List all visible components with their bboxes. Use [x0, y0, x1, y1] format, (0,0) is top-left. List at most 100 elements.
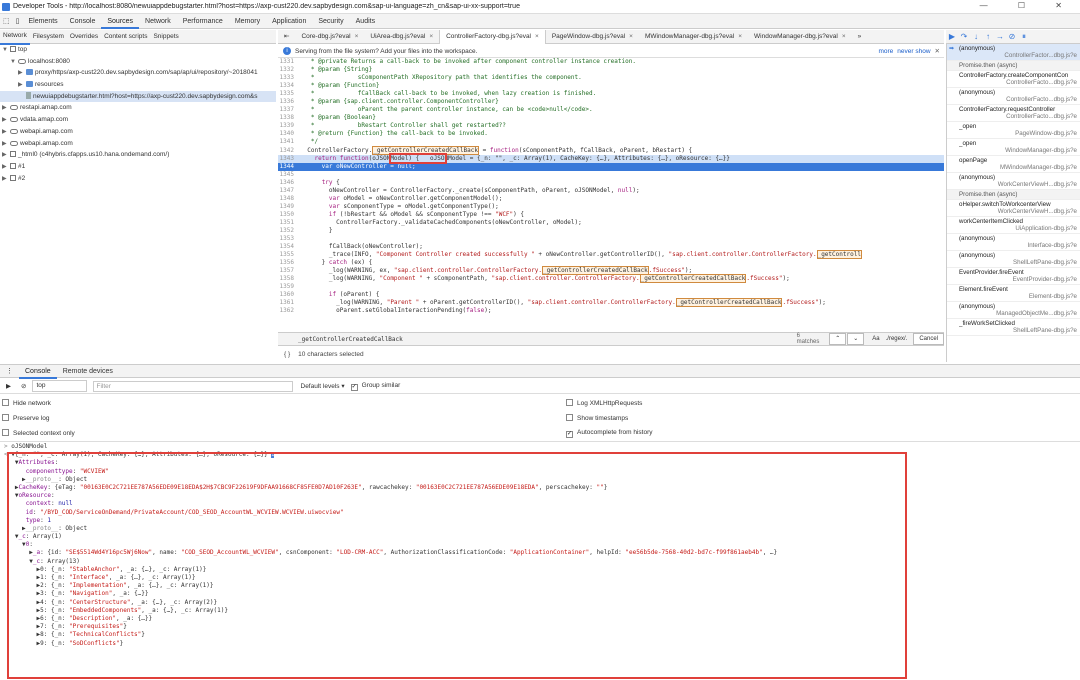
navigator-tab-filesystem[interactable]: Filesystem	[30, 30, 67, 44]
navigator-tab-snippets[interactable]: Snippets	[150, 30, 181, 44]
tree-arrow-icon[interactable]: ▶	[2, 139, 10, 150]
file-tab[interactable]: PageWindow-dbg.js?eval ×	[546, 30, 639, 44]
call-frame[interactable]: openPage MWindowManager-dbg.js?e	[947, 156, 1080, 173]
close-tab-icon[interactable]: ×	[355, 33, 359, 40]
line-number[interactable]: 1355	[278, 251, 300, 259]
device-toggle-icon[interactable]: ▯	[13, 14, 23, 29]
call-frame[interactable]: (anonymous) ShellLeftPane-dbg.js?e	[947, 251, 1080, 268]
line-number[interactable]: 1340	[278, 130, 300, 138]
close-tab-icon[interactable]: ×	[535, 33, 539, 40]
close-tab-icon[interactable]: ×	[738, 33, 742, 40]
call-frame[interactable]: EventProvider.fireEvent EventProvider-dbg…	[947, 268, 1080, 285]
drawer-menu-icon[interactable]: ⋮	[0, 364, 19, 379]
console-sidebar-icon[interactable]: ▶	[6, 382, 11, 390]
line-number[interactable]: 1347	[278, 187, 300, 195]
tab-security[interactable]: Security	[312, 14, 349, 29]
close-tab-icon[interactable]: ×	[842, 33, 846, 40]
line-number[interactable]: 1357	[278, 267, 300, 275]
close-tab-icon[interactable]: ×	[429, 33, 433, 40]
checkbox[interactable]: ✓	[566, 431, 573, 438]
line-number[interactable]: 1353	[278, 235, 300, 243]
line-number[interactable]: 1331	[278, 58, 300, 66]
option-checkbox[interactable]: ✓ Autocomplete from history	[566, 429, 653, 438]
tree-arrow-icon[interactable]: ▶	[2, 103, 10, 114]
group-similar-checkbox[interactable]: ✓ Group similar	[350, 382, 400, 391]
tree-item[interactable]: ▶ proxy/https/axp-cust220.dev.sapbydesign…	[0, 67, 276, 79]
line-number[interactable]: 1342	[278, 147, 300, 155]
navigator-toggle-icon[interactable]: ⇤	[278, 30, 295, 44]
tree-arrow-icon[interactable]: ▶	[2, 174, 10, 185]
line-number[interactable]: 1344	[278, 163, 300, 171]
step-out-icon[interactable]: ↑	[984, 32, 992, 41]
line-number[interactable]: 1338	[278, 114, 300, 122]
line-number[interactable]: 1350	[278, 211, 300, 219]
line-number[interactable]: 1341	[278, 138, 300, 146]
search-next-button[interactable]: ⌄	[847, 333, 865, 345]
call-frame[interactable]: ControllerFactory.createComponentCon Cont…	[947, 71, 1080, 88]
window-controls[interactable]: — ☐ ✕	[980, 1, 1076, 10]
navigator-tab-content-scripts[interactable]: Content scripts	[101, 30, 150, 44]
line-number[interactable]: 1356	[278, 259, 300, 267]
call-frame[interactable]: oHelper.switchToWorkcenterView WorkCenter…	[947, 200, 1080, 217]
line-number[interactable]: 1351	[278, 219, 300, 227]
checkbox[interactable]	[566, 414, 573, 421]
tab-console[interactable]: Console	[64, 14, 102, 29]
line-number[interactable]: 1337	[278, 106, 300, 114]
tab-performance[interactable]: Performance	[177, 14, 229, 29]
infobar-more-link[interactable]: more	[878, 48, 893, 55]
call-frame[interactable]: _open PageWindow-dbg.js?e	[947, 122, 1080, 139]
code-editor[interactable]: 1331 * @private Returns a call-back to b…	[278, 58, 944, 332]
tree-arrow-icon[interactable]: ▶	[2, 162, 10, 173]
tab-application[interactable]: Application	[266, 14, 312, 29]
call-frame[interactable]: (anonymous) Interface-dbg.js?e	[947, 234, 1080, 251]
tree-arrow-icon[interactable]: ▶	[2, 115, 10, 126]
drawer-tab-console[interactable]: Console	[19, 364, 57, 379]
tree-arrow-icon[interactable]: ▼	[2, 45, 10, 56]
tree-item[interactable]: newuiappdebugstarter.html?host=https://a…	[0, 90, 276, 103]
step-icon[interactable]: →	[996, 32, 1004, 41]
file-tab[interactable]: WindowManager-dbg.js?eval ×	[748, 30, 852, 44]
line-number[interactable]: 1359	[278, 283, 300, 291]
context-select[interactable]: top	[32, 380, 87, 392]
tab-network[interactable]: Network	[139, 14, 177, 29]
line-number[interactable]: 1334	[278, 82, 300, 90]
tree-arrow-icon[interactable]: ▶	[18, 68, 26, 79]
filter-input[interactable]: Filter	[92, 380, 293, 392]
tree-item[interactable]: ▶ vdata.amap.com	[0, 114, 276, 126]
tab-audits[interactable]: Audits	[350, 14, 381, 29]
checkbox[interactable]	[2, 414, 9, 421]
checkbox[interactable]	[2, 399, 9, 406]
call-frame[interactable]: (anonymous) WorkCenterViewH...dbg.js?e	[947, 173, 1080, 190]
tree-item[interactable]: ▼ localhost:8080	[0, 56, 276, 68]
infobar-never-link[interactable]: never show	[897, 48, 930, 55]
tree-arrow-icon[interactable]: ▶	[18, 80, 26, 91]
line-number[interactable]: 1336	[278, 98, 300, 106]
file-tab[interactable]: UiArea-dbg.js?eval ×	[364, 30, 439, 44]
tree-item[interactable]: ▶ webapi.amap.com	[0, 126, 276, 138]
checkbox[interactable]	[566, 399, 573, 406]
regex-toggle[interactable]: ./regex/.	[886, 336, 908, 342]
call-frame[interactable]: workCenterItemClicked UiApplication-dbg.j…	[947, 217, 1080, 234]
tree-arrow-icon[interactable]: ▼	[10, 57, 18, 68]
tree-item[interactable]: ▶ #1	[0, 161, 276, 173]
option-checkbox[interactable]: Show timestamps	[566, 414, 628, 422]
line-number[interactable]: 1346	[278, 179, 300, 187]
tree-item[interactable]: ▼ top	[0, 44, 276, 56]
tree-arrow-icon[interactable]: ▶	[2, 150, 10, 161]
line-number[interactable]: 1360	[278, 291, 300, 299]
step-over-icon[interactable]: ↷	[960, 32, 968, 41]
option-checkbox[interactable]: Log XMLHttpRequests	[566, 399, 642, 407]
line-number[interactable]: 1361	[278, 299, 300, 307]
call-frame[interactable]: Element.fireEvent Element-dbg.js?e	[947, 285, 1080, 302]
search-prev-button[interactable]: ⌃	[829, 333, 847, 345]
option-checkbox[interactable]: Hide network	[2, 399, 51, 407]
tab-elements[interactable]: Elements	[22, 14, 63, 29]
line-number[interactable]: 1343	[278, 155, 300, 163]
tree-item[interactable]: ▶ _html0 (c4hybris.cfapps.us10.hana.ondem…	[0, 149, 276, 161]
drawer-tab-remote-devices[interactable]: Remote devices	[57, 364, 119, 379]
call-frame[interactable]: _open WindowManager-dbg.js?e	[947, 139, 1080, 156]
navigator-tab-network[interactable]: Network	[0, 29, 30, 45]
file-tab[interactable]: ControllerFactory-dbg.js?eval ×	[439, 29, 546, 44]
levels-select[interactable]: Default levels ▾	[301, 382, 345, 390]
tree-item[interactable]: ▶ resources	[0, 79, 276, 91]
